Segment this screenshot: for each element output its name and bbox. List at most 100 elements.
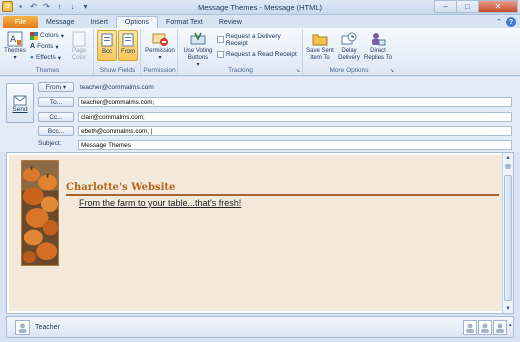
effects-icon: ●	[30, 54, 34, 61]
close-button[interactable]: ✕	[478, 0, 518, 13]
from-label: From	[121, 49, 135, 55]
from-icon	[120, 31, 137, 48]
colors-button[interactable]: Colors ▾	[30, 31, 64, 40]
save-sent-item-button[interactable]: Save Sent Item To	[306, 30, 334, 62]
permission-button[interactable]: Permission ▾	[144, 30, 176, 62]
tracking-group-label: Tracking	[228, 67, 253, 74]
title-bar: O ▪ ↶ ↷ ↑ ↓ ▾ Message Themes - Message (…	[0, 0, 520, 15]
people-pane-name: Teacher	[35, 324, 60, 331]
dropdown-arrow-icon: ▾	[60, 32, 65, 40]
colors-label: Colors	[40, 32, 59, 39]
window-controls: – □ ✕	[434, 0, 518, 13]
to-field[interactable]: teacher@commalms.com;	[78, 97, 512, 107]
page-color-label: Page Color	[71, 48, 87, 61]
more-options-group: Save Sent Item To Delay Delivery Direct …	[304, 29, 394, 75]
show-fields-group: Bcc From Show Fields	[95, 29, 141, 75]
delay-delivery-button[interactable]: Delay Delivery	[336, 30, 362, 62]
scrollbar-thumb[interactable]	[504, 175, 512, 301]
scroll-down-arrow-icon[interactable]: ▼	[503, 304, 513, 313]
delivery-receipt-check[interactable]	[217, 36, 224, 43]
more-options-group-label: More Options	[329, 67, 369, 74]
ribbon-help-area: ⌃ ?	[496, 16, 516, 28]
cc-field[interactable]: clair@commalms.com;	[78, 112, 512, 122]
title-underline-rule	[66, 194, 499, 196]
from-toggle-button[interactable]: From	[118, 30, 138, 61]
permission-group: Permission ▾ Permission	[142, 29, 178, 75]
themes-icon: A	[7, 30, 24, 47]
page-color-icon	[71, 30, 88, 47]
send-icon	[13, 95, 27, 105]
fonts-button[interactable]: A Fonts ▾	[30, 42, 59, 51]
voting-icon	[190, 30, 207, 47]
site-title: Charlotte's Website	[66, 182, 176, 193]
contact-avatar-icon[interactable]	[15, 320, 30, 335]
ruler-toggle-icon[interactable]: ▤	[503, 162, 513, 171]
effects-label: Effects	[35, 54, 56, 61]
person-avatar-icon[interactable]	[493, 320, 507, 335]
permission-group-label: Permission	[143, 67, 176, 74]
read-receipt-check[interactable]	[217, 51, 224, 58]
scroll-up-arrow-icon[interactable]: ▲	[503, 153, 513, 162]
maximize-button[interactable]: □	[456, 0, 479, 13]
direct-replies-button[interactable]: Direct Replies To	[364, 30, 392, 62]
tracking-dialog-launcher-icon[interactable]: ↘	[296, 68, 300, 74]
tagline: From the farm to your table...that's fre…	[79, 198, 242, 208]
themes-label: Themes	[4, 48, 26, 54]
to-button[interactable]: To...	[38, 97, 74, 107]
pumpkin-photo	[21, 160, 59, 266]
vertical-scrollbar[interactable]: ▲ ▤ ▼	[502, 153, 513, 313]
colors-icon	[30, 31, 38, 40]
tab-review[interactable]: Review	[211, 16, 250, 28]
tab-message[interactable]: Message	[38, 16, 82, 28]
tab-insert[interactable]: Insert	[82, 16, 116, 28]
direct-replies-icon	[370, 30, 387, 47]
direct-replies-label: Direct Replies To	[364, 48, 392, 61]
bcc-toggle-button[interactable]: Bcc	[97, 30, 117, 61]
save-sent-label: Save Sent Item To	[306, 48, 334, 61]
voting-label: Use Voting Buttons	[183, 48, 213, 61]
help-icon[interactable]: ?	[506, 17, 516, 27]
send-button[interactable]: Send	[6, 83, 34, 123]
effects-button[interactable]: ● Effects ▾	[30, 53, 61, 62]
from-button-label: From	[45, 83, 62, 91]
message-header: Send From ▾ teacher@commalms.com To... t…	[0, 77, 520, 152]
bcc-label: Bcc	[101, 49, 112, 55]
permission-label: Permission	[145, 48, 175, 54]
save-sent-folder-icon	[312, 30, 329, 47]
read-receipt-label: Request a Read Receipt	[226, 51, 297, 58]
themes-group-label: Themes	[35, 67, 60, 74]
themes-button[interactable]: A Themes ▾	[4, 30, 26, 62]
cc-button[interactable]: Cc...	[38, 112, 74, 122]
themed-page[interactable]: Charlotte's Website From the farm to you…	[9, 155, 503, 311]
person-avatar-icon[interactable]	[463, 320, 477, 335]
show-fields-group-label: Show Fields	[99, 67, 136, 74]
bcc-field[interactable]: ebeth@commalms.com; |	[78, 126, 512, 136]
read-receipt-checkbox[interactable]: Request a Read Receipt	[217, 50, 297, 59]
more-options-dialog-launcher-icon[interactable]: ↘	[390, 68, 394, 74]
delay-delivery-label: Delay Delivery	[338, 48, 360, 61]
from-value: teacher@commalms.com	[80, 84, 154, 91]
expand-people-pane-icon[interactable]: ▴	[509, 322, 515, 332]
dropdown-arrow-icon: ▾	[13, 55, 17, 61]
ribbon: A Themes ▾ Colors ▾ A Fonts ▾ ● Effects …	[0, 28, 520, 76]
minimize-button[interactable]: –	[434, 0, 457, 13]
dropdown-arrow-icon: ▾	[55, 43, 59, 51]
from-button[interactable]: From ▾	[38, 82, 74, 92]
page-color-button[interactable]: Page Color	[68, 30, 90, 62]
delivery-receipt-checkbox[interactable]: Request a Delivery Receipt	[217, 33, 302, 47]
person-avatar-icon[interactable]	[478, 320, 492, 335]
people-pane-avatars	[463, 320, 507, 335]
bcc-button[interactable]: Bcc...	[38, 126, 74, 136]
tab-format-text[interactable]: Format Text	[158, 16, 211, 28]
use-voting-buttons-button[interactable]: Use Voting Buttons ▾	[181, 30, 215, 69]
dropdown-arrow-icon: ▾	[57, 54, 61, 62]
minimize-ribbon-icon[interactable]: ⌃	[496, 18, 502, 26]
tab-file[interactable]: File	[3, 16, 38, 28]
message-body-editor[interactable]: Charlotte's Website From the farm to you…	[6, 152, 514, 314]
ribbon-tabs: File Message Insert Options Format Text …	[0, 15, 520, 28]
subject-field[interactable]: Message Themes	[78, 140, 512, 150]
send-label: Send	[12, 105, 28, 113]
themes-group: A Themes ▾ Colors ▾ A Fonts ▾ ● Effects …	[2, 29, 94, 75]
svg-text:A: A	[10, 35, 17, 45]
tab-options[interactable]: Options	[115, 16, 159, 28]
